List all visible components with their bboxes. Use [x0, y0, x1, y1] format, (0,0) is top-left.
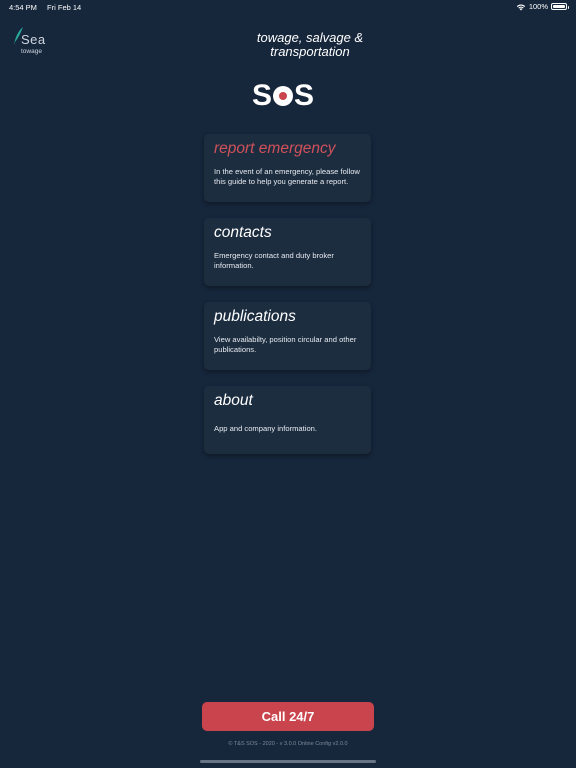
sos-target-icon [273, 86, 294, 106]
company-logo: Sea towage [12, 26, 52, 60]
menu-card-report-emergency[interactable]: report emergency In the event of an emer… [204, 134, 371, 202]
status-bar: 4:54 PM Fri Feb 14 100% [0, 0, 576, 14]
menu-card-publications[interactable]: publications View availabilty, position … [204, 302, 371, 370]
card-description: View availabilty, position circular and … [214, 335, 357, 354]
tagline-line-2: transportation [270, 44, 350, 59]
logo-text: Sea [21, 32, 46, 47]
footer-version: © T&S SOS - 2020 - v 3.0.0 Online Config… [228, 741, 348, 747]
card-title: report emergency [214, 140, 336, 157]
card-description: App and company information. [214, 424, 317, 433]
status-date: Fri Feb 14 [47, 3, 82, 12]
menu-card-about[interactable]: about App and company information. [204, 386, 371, 454]
card-title: contacts [214, 224, 272, 241]
battery-icon [551, 3, 569, 10]
wifi-icon [516, 3, 526, 11]
battery-percent: 100% [528, 2, 548, 11]
card-title: about [214, 392, 253, 409]
call-24-7-button[interactable]: Call 24/7 [202, 702, 374, 731]
card-description: Emergency contact and duty broker inform… [214, 251, 334, 270]
status-time: 4:54 PM [9, 3, 37, 12]
tagline: towage, salvage & transportation [240, 31, 380, 59]
sos-letter-left: S [252, 79, 273, 112]
sos-letter-right: S [294, 79, 315, 112]
card-title: publications [214, 308, 296, 325]
status-right: 100% [516, 2, 569, 11]
status-left: 4:54 PM Fri Feb 14 [9, 3, 89, 12]
home-indicator[interactable] [200, 760, 376, 763]
sos-logo: S S [252, 79, 315, 112]
card-description: In the event of an emergency, please fol… [214, 167, 360, 186]
tagline-line-1: towage, salvage & [256, 30, 364, 45]
logo-subtext: towage [21, 48, 42, 55]
menu-card-contacts[interactable]: contacts Emergency contact and duty brok… [204, 218, 371, 286]
